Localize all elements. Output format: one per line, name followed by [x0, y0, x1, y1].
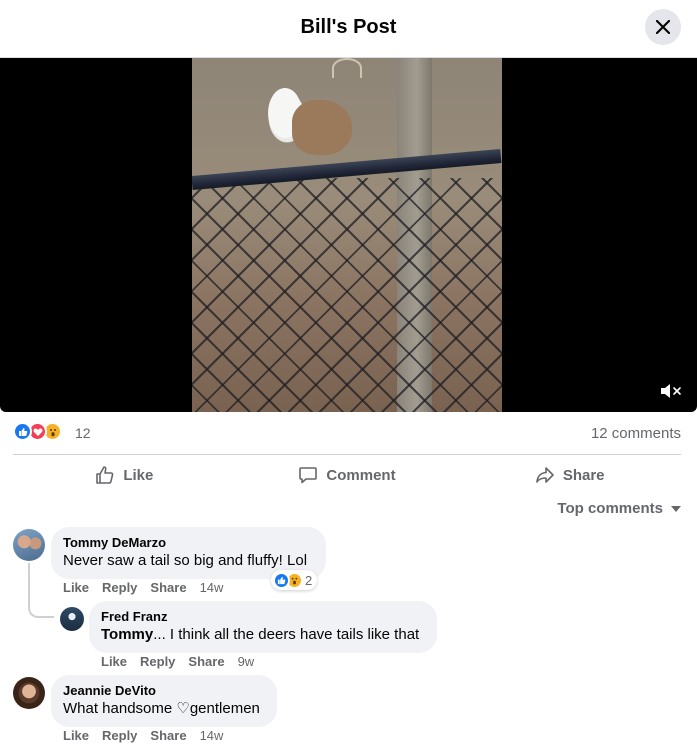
share-button[interactable]: Share	[458, 458, 681, 492]
like-reaction-icon	[273, 571, 290, 589]
comment-text: What handsome ♡gentlemen	[63, 700, 260, 717]
comment-reply-link[interactable]: Reply	[140, 654, 175, 669]
comment-actions: Like Reply Share 14w	[63, 728, 223, 743]
comment-bubble: Jeannie DeVito What handsome ♡gentlemen	[51, 675, 277, 727]
comment-reaction-count: 2	[305, 572, 313, 588]
close-icon	[656, 20, 670, 34]
share-label: Share	[562, 466, 605, 484]
reaction-count[interactable]: 12	[75, 425, 91, 441]
sort-label: Top comments	[557, 500, 663, 517]
chain-link-fence	[192, 178, 502, 412]
deer-body	[292, 100, 352, 155]
video-frame	[192, 58, 502, 412]
thread-connector	[28, 563, 54, 618]
comment-like-link[interactable]: Like	[63, 580, 89, 595]
close-button[interactable]	[645, 9, 681, 45]
comment-text: Tommy... I think all the deers have tail…	[101, 625, 425, 645]
comment-button[interactable]: Comment	[236, 458, 459, 492]
mention-link[interactable]: Tommy	[101, 626, 153, 643]
video-player[interactable]	[0, 58, 697, 412]
comment-author[interactable]: Fred Franz	[101, 609, 425, 625]
like-button[interactable]: Like	[13, 458, 236, 492]
page-title: Bill's Post	[300, 16, 397, 38]
reaction-summary[interactable]	[13, 422, 62, 441]
deer-antler	[332, 58, 362, 78]
volume-muted-icon	[661, 384, 681, 398]
divider	[13, 454, 681, 455]
comment-share-link[interactable]: Share	[150, 728, 186, 743]
comment-actions: Like Reply Share 14w	[63, 580, 223, 595]
post-header: Bill's Post	[0, 0, 697, 58]
caret-down-icon	[671, 505, 681, 512]
comments-count[interactable]: 12 comments	[591, 425, 681, 442]
comment-like-link[interactable]: Like	[63, 728, 89, 743]
thumbs-up-icon	[96, 466, 114, 484]
comment-sort-dropdown[interactable]: Top comments	[557, 500, 681, 517]
share-arrow-icon	[536, 467, 554, 483]
comment-reply-link[interactable]: Reply	[102, 728, 137, 743]
comment-text: Never saw a tail so big and fluffy! Lol	[63, 552, 308, 569]
like-reaction-icon	[13, 422, 32, 441]
comment-share-link[interactable]: Share	[188, 654, 224, 669]
post-actions: Like Comment Share	[13, 458, 681, 492]
comment-timestamp[interactable]: 14w	[200, 580, 224, 595]
comment-timestamp[interactable]: 14w	[200, 728, 224, 743]
like-label: Like	[123, 466, 154, 484]
comment-body: ... I think all the deers have tails lik…	[153, 626, 420, 643]
comment-timestamp[interactable]: 9w	[238, 654, 255, 669]
comment-author[interactable]: Tommy DeMarzo	[63, 535, 314, 551]
comment-actions: Like Reply Share 9w	[101, 654, 254, 669]
comment-label: Comment	[326, 466, 396, 484]
post-stats: 12 12 comments	[13, 420, 681, 446]
avatar[interactable]	[13, 677, 45, 709]
comment-author[interactable]: Jeannie DeVito	[63, 683, 265, 699]
comment-bubble-icon	[299, 467, 318, 484]
avatar[interactable]	[13, 529, 45, 561]
comment-reactions[interactable]: 2	[271, 570, 318, 590]
mute-button[interactable]	[658, 380, 684, 402]
avatar[interactable]	[60, 607, 84, 631]
comment-bubble: Fred Franz Tommy... I think all the deer…	[89, 601, 437, 653]
comment-share-link[interactable]: Share	[150, 580, 186, 595]
comment-reply-link[interactable]: Reply	[102, 580, 137, 595]
comment-like-link[interactable]: Like	[101, 654, 127, 669]
